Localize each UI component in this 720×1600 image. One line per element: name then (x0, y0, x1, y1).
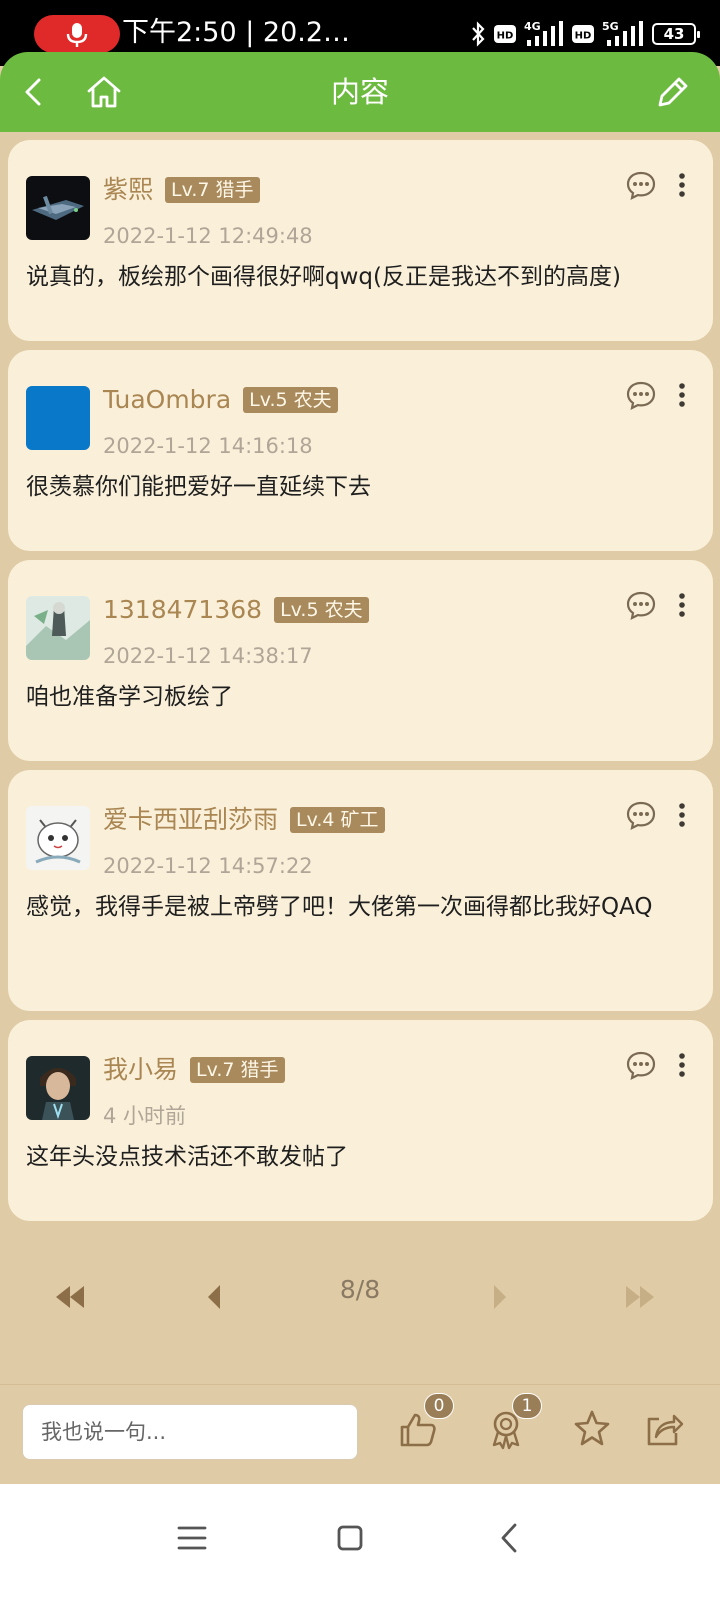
svg-text:HD: HD (575, 31, 592, 42)
more-vertical-icon[interactable] (677, 591, 687, 619)
pagination: 8/8 (0, 1262, 720, 1332)
page-title: 内容 (330, 75, 389, 109)
comment-bubble-icon[interactable] (625, 590, 657, 620)
comment-bubble-icon[interactable] (625, 800, 657, 830)
svg-text:HD: HD (497, 31, 514, 42)
status-icons: HD 4G HD 5G 43 (470, 18, 700, 50)
comment-content: 这年头没点技术活还不敢发帖了 (26, 1144, 348, 1170)
next-page-button[interactable] (478, 1280, 522, 1314)
username[interactable]: TuaOmbra (103, 383, 231, 417)
comment-card: 紫熙 Lv.7 猎手 2022-1-12 12:49:48 说真的，板绘那个画得… (8, 140, 713, 341)
more-vertical-icon[interactable] (677, 381, 687, 409)
avatar[interactable] (26, 806, 90, 870)
comment-time: 2022-1-12 12:49:48 (103, 224, 313, 248)
comment-content: 咱也准备学习板绘了 (26, 684, 233, 710)
share-button[interactable] (642, 1407, 694, 1459)
avatar[interactable] (26, 386, 90, 450)
reply-input[interactable] (22, 1404, 358, 1460)
last-page-icon (626, 1286, 654, 1308)
card-actions (625, 590, 687, 620)
home-square-icon (337, 1525, 363, 1551)
comment-card: 爱卡西亚刮莎雨 Lv.4 矿工 2022-1-12 14:57:22 感觉，我得… (8, 770, 713, 1011)
award-button[interactable]: 1 (484, 1393, 542, 1459)
level-badge: Lv.7 猎手 (165, 177, 260, 203)
user-row: TuaOmbra Lv.5 农夫 (103, 380, 338, 420)
svg-text:4G: 4G (524, 20, 541, 33)
username[interactable]: 我小易 (103, 1053, 178, 1087)
comment-bubble-icon[interactable] (625, 380, 657, 410)
reply-bar: 0 1 (0, 1384, 720, 1484)
user-row: 爱卡西亚刮莎雨 Lv.4 矿工 (103, 800, 385, 840)
avatar[interactable] (26, 176, 90, 240)
comment-time: 2022-1-12 14:38:17 (103, 644, 313, 668)
home-nav-button[interactable] (320, 1508, 380, 1568)
comment-time: 2022-1-12 14:57:22 (103, 854, 313, 878)
comment-content: 很羡慕你们能把爱好一直延续下去 (26, 474, 371, 500)
comment-content: 说真的，板绘那个画得很好啊qwq(反正是我达不到的高度) (26, 264, 621, 290)
comment-time: 2022-1-12 14:16:18 (103, 434, 313, 458)
level-badge: Lv.7 猎手 (190, 1057, 285, 1083)
edit-icon (658, 77, 688, 107)
card-actions (625, 800, 687, 830)
share-icon (647, 1414, 684, 1446)
username[interactable]: 爱卡西亚刮莎雨 (103, 803, 278, 837)
user-row: 我小易 Lv.7 猎手 (103, 1050, 285, 1090)
comment-card: 1318471368 Lv.5 农夫 2022-1-12 14:38:17 咱也… (8, 560, 713, 761)
username[interactable]: 1318471368 (103, 593, 262, 627)
last-page-button[interactable] (616, 1280, 660, 1314)
more-vertical-icon[interactable] (677, 801, 687, 829)
page-indicator: 8/8 (339, 1275, 381, 1304)
status-time: 下午2:50 | 20.2… (122, 17, 351, 48)
level-badge: Lv.5 农夫 (274, 597, 369, 623)
battery-icon: 43 (652, 23, 700, 45)
like-button[interactable]: 0 (396, 1393, 454, 1459)
comment-bubble-icon[interactable] (625, 170, 657, 200)
like-count-badge: 0 (424, 1393, 454, 1419)
menu-icon (177, 1526, 207, 1550)
bluetooth-icon (472, 21, 485, 47)
comment-bubble-icon[interactable] (625, 1050, 657, 1080)
microphone-icon (66, 23, 88, 47)
menu-button[interactable] (162, 1508, 222, 1568)
app-header: 内容 (0, 52, 720, 132)
avatar[interactable] (26, 1056, 90, 1120)
recording-indicator[interactable] (34, 15, 120, 53)
comment-content: 感觉，我得手是被上帝劈了吧！大佬第一次画得都比我好QAQ (26, 894, 653, 920)
favorite-button[interactable] (570, 1407, 622, 1459)
next-page-icon (494, 1285, 506, 1309)
system-nav-bar (0, 1484, 720, 1600)
card-actions (625, 380, 687, 410)
comment-card: TuaOmbra Lv.5 农夫 2022-1-12 14:16:18 很羡慕你… (8, 350, 713, 551)
svg-text:5G: 5G (602, 20, 619, 33)
back-chevron-icon (501, 1523, 517, 1553)
more-vertical-icon[interactable] (677, 1051, 687, 1079)
level-badge: Lv.5 农夫 (243, 387, 338, 413)
back-nav-button[interactable] (480, 1508, 540, 1568)
hd-icon: HD (572, 25, 594, 43)
card-actions (625, 1050, 687, 1080)
comment-card: 我小易 Lv.7 猎手 4 小时前 这年头没点技术活还不敢发帖了 (8, 1020, 713, 1221)
star-icon (574, 1410, 610, 1446)
hd-icon: HD (494, 25, 516, 43)
comment-time: 4 小时前 (103, 1104, 187, 1128)
username[interactable]: 紫熙 (103, 173, 153, 207)
avatar[interactable] (26, 596, 90, 660)
level-badge: Lv.4 矿工 (290, 807, 385, 833)
user-row: 紫熙 Lv.7 猎手 (103, 170, 260, 210)
signal-5g-icon: 5G (602, 20, 643, 46)
award-count-badge: 1 (512, 1393, 542, 1419)
signal-4g-icon: 4G (524, 20, 563, 46)
more-vertical-icon[interactable] (677, 171, 687, 199)
card-actions (625, 170, 687, 200)
edit-button[interactable] (650, 70, 694, 114)
user-row: 1318471368 Lv.5 农夫 (103, 590, 369, 630)
